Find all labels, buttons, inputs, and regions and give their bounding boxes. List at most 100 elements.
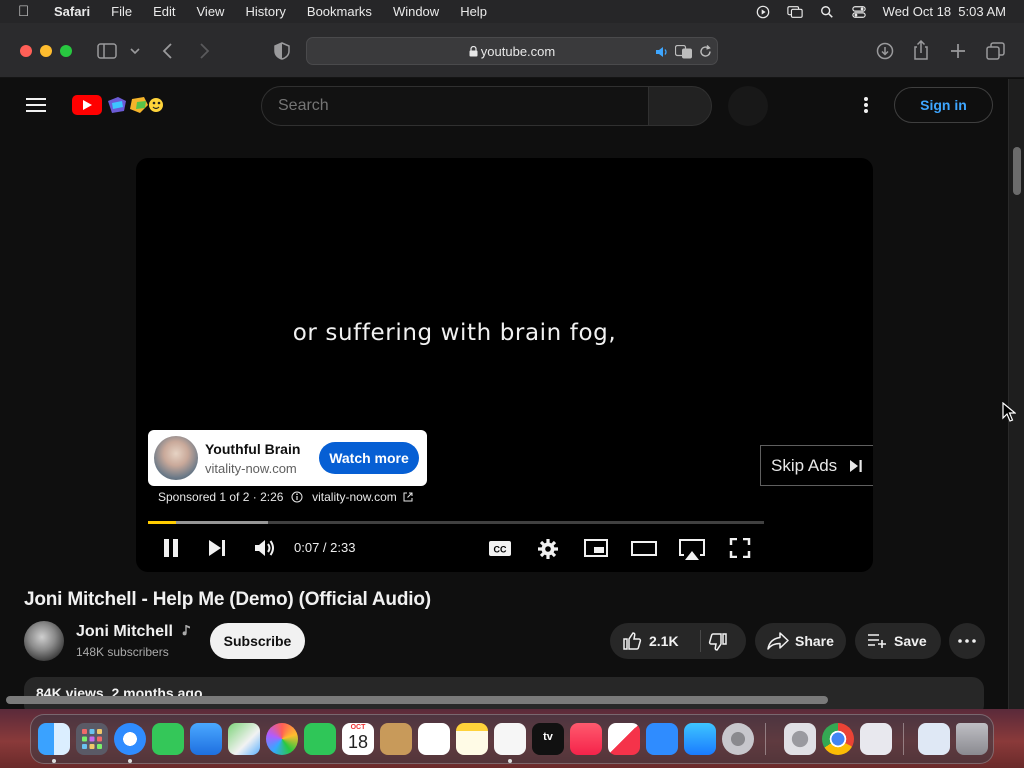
save-button[interactable]: Save (855, 623, 941, 659)
mail-icon[interactable] (190, 723, 222, 755)
sidebar-toggle-icon[interactable] (97, 43, 117, 59)
theater-mode-icon[interactable] (630, 538, 658, 558)
more-actions-button[interactable] (949, 623, 985, 659)
channel-name[interactable]: Joni Mitchell (76, 623, 192, 641)
settings-more-icon[interactable] (864, 97, 868, 113)
fullscreen-icon[interactable] (729, 538, 751, 558)
horizontal-scrollbar-thumb[interactable] (6, 696, 828, 704)
menu-history[interactable]: History (245, 4, 285, 19)
window-close-button[interactable] (20, 45, 32, 57)
launchpad-grid-icon (82, 729, 102, 749)
downloads-stack-icon[interactable] (918, 723, 950, 755)
sign-in-button[interactable]: Sign in (894, 87, 993, 123)
search-button[interactable] (648, 86, 712, 126)
apple-tv-icon[interactable]: tv (532, 723, 564, 755)
trash-icon[interactable] (956, 723, 988, 755)
like-divider (700, 630, 701, 652)
video-caption: or suffering with brain fog, (292, 320, 617, 346)
news-icon[interactable] (608, 723, 640, 755)
thumbs-up-icon (623, 632, 642, 650)
subscribe-button[interactable]: Subscribe (210, 623, 305, 659)
now-playing-icon[interactable] (755, 5, 771, 19)
photos-icon[interactable] (266, 723, 298, 755)
vertical-scrollbar[interactable] (1008, 79, 1024, 709)
address-bar[interactable]: youtube.com (306, 37, 718, 65)
macos-dock: OCT 18 tv (30, 714, 994, 764)
screen-mirroring-icon[interactable] (786, 5, 803, 19)
like-button[interactable]: 2.1K (610, 623, 700, 659)
channel-avatar[interactable] (24, 621, 64, 661)
window-minimize-button[interactable] (40, 45, 52, 57)
music-icon[interactable] (570, 723, 602, 755)
safari-toolbar: youtube.com (0, 23, 1024, 78)
guide-menu-icon[interactable] (26, 98, 46, 112)
watch-more-button[interactable]: Watch more (319, 442, 419, 474)
thumbs-down-icon[interactable] (708, 632, 728, 652)
share-button[interactable]: Share (755, 623, 846, 659)
ad-sponsored-domain[interactable]: vitality-now.com (312, 490, 397, 504)
preview-icon[interactable] (860, 723, 892, 755)
search-input[interactable] (278, 97, 618, 115)
next-icon[interactable] (207, 538, 227, 558)
finder-icon[interactable] (38, 723, 70, 755)
video-player[interactable]: or suffering with brain fog, Youthful Br… (136, 158, 873, 572)
volume-icon[interactable] (254, 538, 276, 558)
new-tab-plus-icon[interactable] (950, 43, 966, 59)
system-settings-icon[interactable] (722, 723, 754, 755)
skip-ads-button[interactable]: Skip Ads (760, 445, 873, 486)
control-center-icon[interactable] (851, 5, 867, 19)
translate-icon[interactable] (675, 45, 693, 59)
dock-separator-2 (903, 723, 904, 755)
voice-search-button[interactable] (728, 86, 768, 126)
info-icon[interactable] (291, 491, 303, 503)
ad-card[interactable]: Youthful Brain vitality-now.com Watch mo… (148, 430, 427, 486)
menu-app-safari[interactable]: Safari (54, 4, 90, 19)
tab-overview-icon[interactable] (986, 42, 1005, 60)
window-zoom-button[interactable] (60, 45, 72, 57)
contacts-icon[interactable] (380, 723, 412, 755)
menu-bookmarks[interactable]: Bookmarks (307, 4, 372, 19)
miniplayer-icon[interactable] (583, 538, 609, 558)
notes-icon[interactable] (456, 723, 488, 755)
messages-icon[interactable] (152, 723, 184, 755)
downloads-icon[interactable] (876, 42, 894, 60)
freeform-icon[interactable] (494, 723, 526, 755)
facetime-icon[interactable] (304, 723, 336, 755)
youtube-doodle-icon[interactable] (104, 93, 166, 117)
safari-icon[interactable] (114, 723, 146, 755)
spotlight-search-icon[interactable] (819, 5, 835, 19)
tab-group-chevron-down-icon[interactable] (130, 48, 140, 55)
ad-sponsored-line: Sponsored 1 of 2 · 2:26 vitality-now.com (158, 490, 413, 504)
ad-title: Youthful Brain (205, 441, 301, 457)
settings-gear-icon[interactable] (537, 538, 559, 560)
vertical-scrollbar-thumb[interactable] (1013, 147, 1021, 195)
menu-help[interactable]: Help (460, 4, 487, 19)
keynote-icon[interactable] (646, 723, 678, 755)
menu-view[interactable]: View (197, 4, 225, 19)
app-store-icon[interactable] (684, 723, 716, 755)
reminders-icon[interactable] (418, 723, 450, 755)
privacy-report-shield-icon[interactable] (274, 42, 290, 60)
menu-edit[interactable]: Edit (153, 4, 175, 19)
pause-icon[interactable] (162, 538, 180, 558)
system-preferences-icon[interactable] (784, 723, 816, 755)
description-box[interactable]: 84K views 2 months ago (24, 677, 984, 709)
music-note-icon (182, 625, 191, 636)
audio-playing-icon[interactable] (655, 46, 669, 58)
closed-captions-icon[interactable]: CC (488, 538, 512, 558)
airplay-icon[interactable] (677, 538, 707, 562)
launchpad-icon[interactable] (76, 723, 108, 755)
forward-icon[interactable] (198, 43, 210, 59)
reload-icon[interactable] (699, 45, 712, 58)
back-icon[interactable] (162, 43, 174, 59)
calendar-icon[interactable]: OCT 18 (342, 723, 374, 755)
chrome-icon[interactable] (822, 723, 854, 755)
menu-file[interactable]: File (111, 4, 132, 19)
progress-bar[interactable] (148, 521, 764, 524)
apple-menu-icon[interactable]:  (18, 3, 40, 20)
maps-icon[interactable] (228, 723, 260, 755)
share-icon[interactable] (913, 40, 929, 60)
youtube-logo-icon[interactable] (72, 95, 102, 115)
menubar-clock[interactable]: Wed Oct 18 5:03 AM (883, 4, 1006, 19)
menu-window[interactable]: Window (393, 4, 439, 19)
